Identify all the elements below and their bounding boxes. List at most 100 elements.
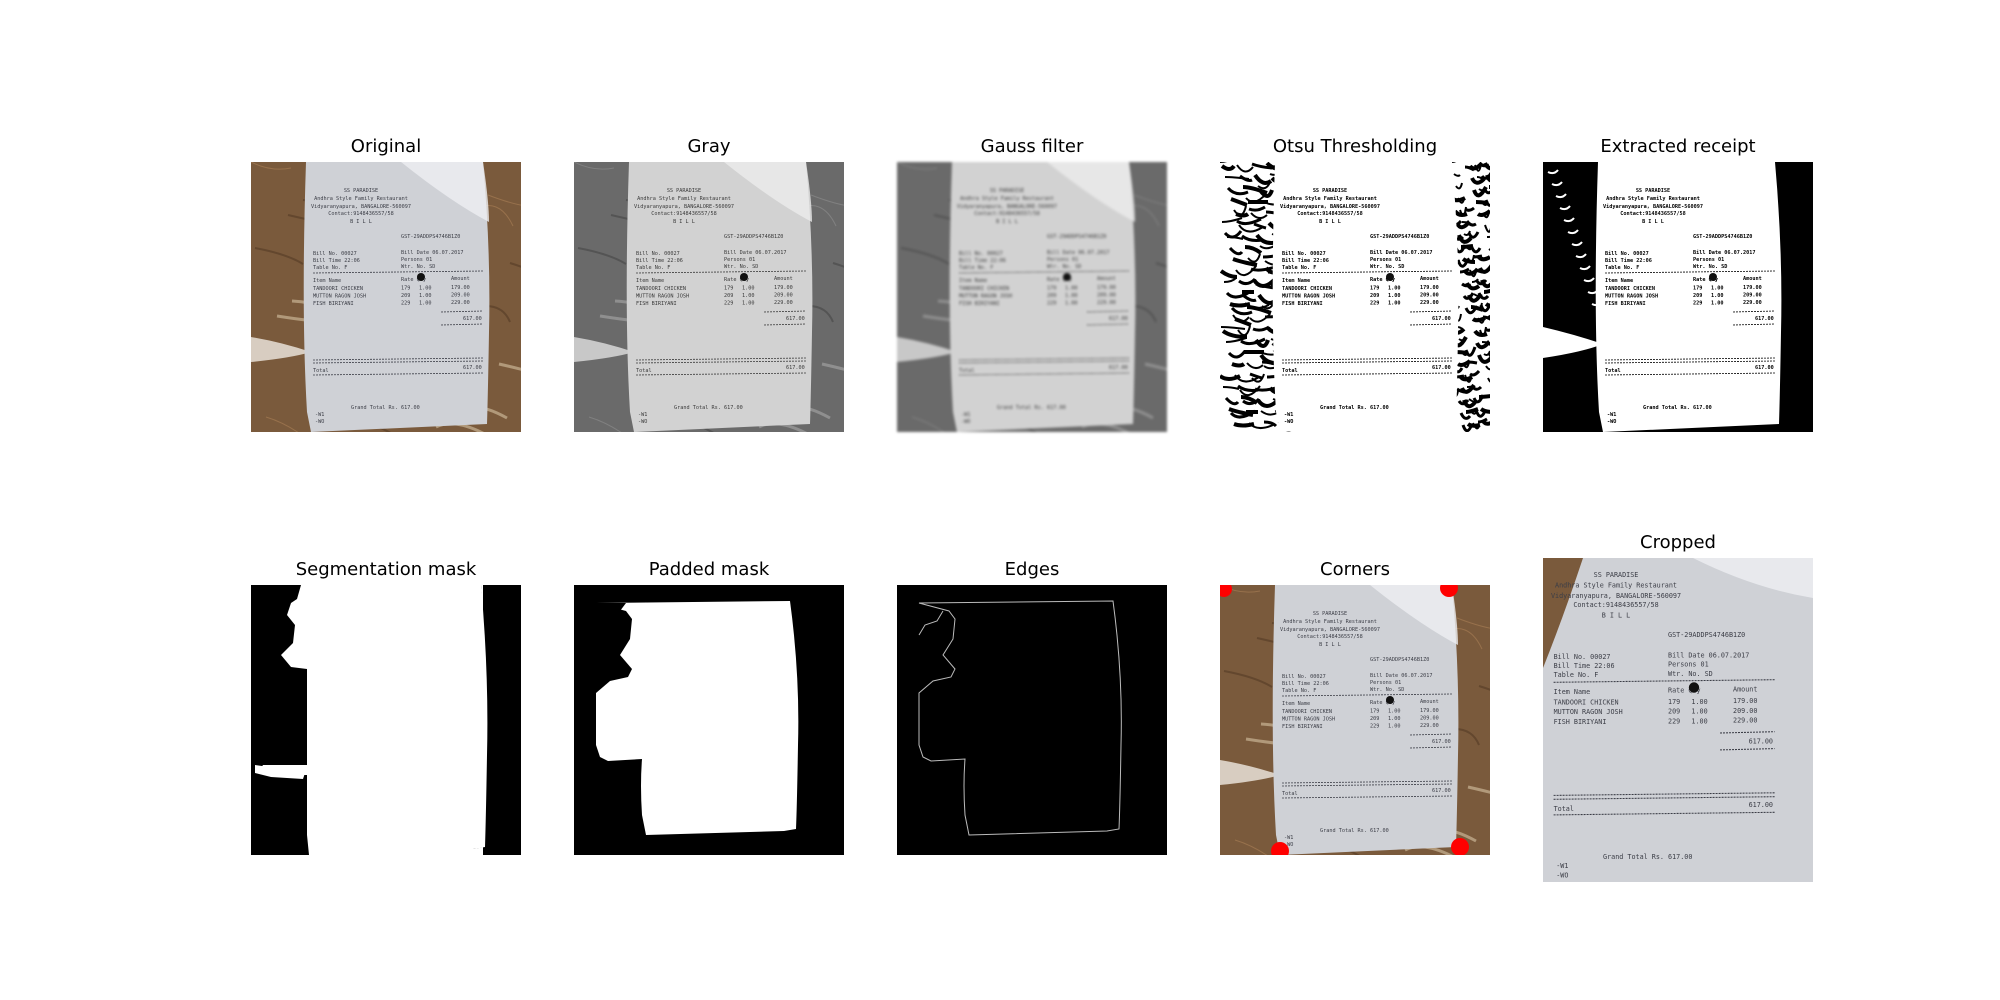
receipt-text: Contact:9148436557/58: [328, 211, 394, 217]
receipt-text: Amount: [774, 276, 793, 282]
cropped-image: SS PARADISE Andhra Style Family Restauran…: [1543, 558, 1813, 882]
receipt-text: 617.00: [463, 316, 482, 322]
receipt-text: 1.00: [419, 301, 432, 307]
receipt-text: Table No. F: [636, 265, 670, 271]
receipt-text: GST-29ADDPS4746B1Z0: [1693, 234, 1752, 240]
receipt-text: Vidyaranyapura, BANGALORE-560097: [957, 204, 1057, 210]
extracted-image: SS PARADISE Andhra Style Family Restauran…: [1543, 162, 1813, 432]
receipt-text: 209.00: [774, 293, 793, 299]
receipt-text: Contact:9148436557/58: [974, 211, 1040, 217]
receipt-text: 1.00: [1711, 301, 1724, 307]
receipt-text: 1.00: [1388, 286, 1401, 292]
receipt-text: Persons 01: [1668, 661, 1709, 669]
receipt-text: Item Name: [1282, 278, 1310, 284]
receipt-text: SS PARADISE: [1313, 188, 1347, 194]
receipt-text: -W1: [315, 412, 324, 418]
receipt-text: Bill Time 22:06: [1282, 258, 1329, 264]
receipt-text: 179: [1693, 286, 1702, 292]
receipt-text: 1.00: [1388, 301, 1401, 307]
receipt-text: Persons 01: [1693, 257, 1724, 263]
panel-otsu: Otsu Thresholding SS PARADISE Andhra Styl…: [1220, 136, 1490, 436]
receipt-text: 617.00: [463, 365, 482, 371]
receipt-text: Total: [1282, 368, 1298, 374]
panel-edges: Edges: [897, 559, 1167, 859]
receipt-text: Item Name: [959, 278, 987, 284]
receipt-text: 229.00: [1097, 300, 1116, 306]
receipt-text: Andhra Style Family Restaurant: [960, 196, 1054, 202]
corner-marker: [1271, 842, 1289, 855]
receipt-text: Vidyaranyapura, BANGALORE-560097: [634, 204, 734, 210]
receipt-text: 179.00: [1097, 285, 1116, 291]
receipt-text: Bill No. 00027: [1554, 653, 1611, 661]
receipt-text: Bill No. 00027: [636, 251, 680, 257]
receipt-text: 1.00: [419, 286, 432, 292]
receipt-text: 617.00: [1109, 365, 1128, 371]
receipt-text: 229: [724, 301, 733, 307]
receipt-text: 617.00: [1749, 801, 1773, 809]
gauss-image: SS PARADISE Andhra Style Family Restauran…: [897, 162, 1167, 432]
receipt-text: 179: [1668, 698, 1680, 706]
panel-title: Otsu Thresholding: [1272, 136, 1438, 157]
receipt-text: 229: [1693, 301, 1702, 307]
receipt-text: 229.00: [1743, 300, 1762, 306]
receipt-text: MUTTON RAGON JOSH: [636, 294, 689, 300]
receipt-text: Wtr. No. SD: [724, 264, 758, 270]
receipt-text: TANDOORI CHICKEN: [1605, 286, 1655, 292]
receipt-text: 617.00: [1432, 316, 1451, 322]
receipt-text: B I L L: [996, 219, 1018, 225]
receipt-text: 209: [724, 293, 733, 299]
receipt-text: SS PARADISE: [1636, 188, 1670, 194]
receipt-text: Item Name: [1554, 688, 1591, 696]
receipt-text: Table No. F: [313, 265, 347, 271]
receipt-text: Bill Date 06.07.2017: [1693, 250, 1755, 256]
receipt-text: Table No. F: [1282, 265, 1316, 271]
receipt-text: 209: [401, 293, 410, 299]
receipt-text: 1.00: [419, 293, 432, 299]
receipt-text: Contact:9148436557/58: [1297, 211, 1363, 217]
receipt-text: Wtr. No. SD: [1370, 264, 1404, 270]
receipt-text: 209.00: [1420, 293, 1439, 299]
receipt-text: Persons 01: [1370, 257, 1401, 263]
receipt-text: Total: [1554, 805, 1574, 813]
original-image: SS PARADISE Andhra Style Family Restauran…: [251, 162, 521, 432]
receipt-text: Amount: [1097, 276, 1116, 282]
panel-title: Segmentation mask: [295, 559, 477, 580]
padded-image: [574, 585, 844, 855]
receipt-text: 1.00: [742, 301, 755, 307]
receipt-text: TANDOORI CHICKEN: [1554, 698, 1619, 706]
receipt-text: 1.00: [1711, 293, 1724, 299]
receipt-text: TANDOORI CHICKEN: [313, 286, 363, 292]
receipt-text: Table No. F: [959, 265, 993, 271]
receipt-text: Andhra Style Family Restaurant: [314, 196, 408, 202]
receipt-text: -WO: [638, 419, 647, 425]
receipt-text: 617.00: [1432, 365, 1451, 371]
receipt-text: -W1: [961, 412, 970, 418]
receipt-text: Andhra Style Family Restaurant: [637, 196, 731, 202]
receipt-text: Amount: [1420, 276, 1439, 282]
receipt-text: Bill No. 00027: [1605, 251, 1649, 257]
receipt-text: Total: [1605, 368, 1621, 374]
panel-padded: Padded mask: [574, 559, 844, 859]
receipt-text: 209: [1047, 293, 1056, 299]
receipt-text: 209.00: [451, 293, 470, 299]
corner-marker: [1451, 838, 1469, 855]
receipt-text: 179.00: [774, 285, 793, 291]
panel-cropped: Cropped SS PARADISE Andhra Style Family R…: [1543, 532, 1813, 892]
receipt-text: -WO: [1607, 419, 1616, 425]
receipt-text: -WO: [1556, 871, 1568, 879]
receipt-text: FISH BIRIYANI: [1605, 301, 1646, 307]
receipt-text: Grand Total Rs. 617.00: [1320, 405, 1389, 411]
panel-original: Original SS PARADISE Andhra Style Family …: [251, 136, 521, 436]
receipt-text: 1.00: [1691, 717, 1707, 725]
receipt-text: Bill No. 00027: [1282, 251, 1326, 257]
panel-title: Extracted receipt: [1600, 136, 1756, 157]
receipt-text: Contact:9148436557/58: [1620, 211, 1686, 217]
receipt-text: GST-29ADDPS4746B1Z0: [1370, 234, 1429, 240]
receipt-text: 229.00: [1733, 717, 1757, 725]
panel-gauss: Gauss filter SS PARADISE Andhra Style Fam…: [897, 136, 1167, 436]
gray-image: SS PARADISE Andhra Style Family Restauran…: [574, 162, 844, 432]
panel-title: Corners: [1320, 559, 1390, 580]
receipt-text: TANDOORI CHICKEN: [959, 286, 1009, 292]
panel-title: Cropped: [1640, 532, 1716, 553]
receipt-text: TANDOORI CHICKEN: [1282, 286, 1332, 292]
